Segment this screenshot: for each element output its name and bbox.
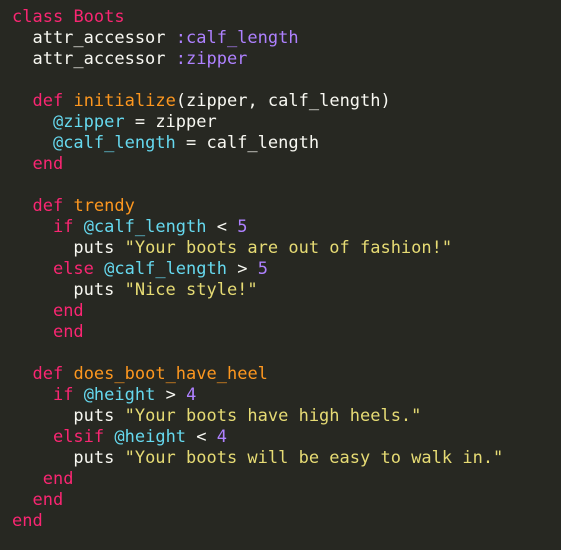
string-literal-token: "Your boots have high heels." bbox=[124, 406, 422, 426]
keyword-token: if bbox=[52, 385, 74, 405]
instance-variable-token: @calf_length bbox=[83, 217, 207, 237]
code-text-token: puts bbox=[12, 280, 125, 300]
code-line: else @calf_length > 5 bbox=[12, 259, 268, 280]
keyword-token: Boots bbox=[73, 7, 125, 27]
string-literal-token: "Nice style!" bbox=[124, 280, 258, 300]
keyword-token: def bbox=[32, 196, 64, 216]
keyword-token: if bbox=[52, 217, 74, 237]
code-line: attr_accessor :zipper bbox=[12, 49, 247, 70]
code-line: def does_boot_have_heel bbox=[12, 364, 268, 385]
method-name-token: initialize bbox=[73, 91, 176, 111]
keyword-token: else bbox=[52, 259, 94, 279]
code-editor[interactable]: class Boots attr_accessor :calf_length a… bbox=[0, 0, 561, 550]
code-text-token: > bbox=[155, 385, 187, 405]
keyword-token: elsif bbox=[52, 427, 105, 447]
code-line: puts "Nice style!" bbox=[12, 280, 258, 301]
symbol-token: :calf_length bbox=[175, 28, 299, 48]
number-literal-token: 4 bbox=[216, 427, 228, 447]
number-literal-token: 5 bbox=[237, 217, 248, 237]
code-text-token: attr_accessor bbox=[12, 49, 176, 69]
code-line: end bbox=[12, 154, 63, 175]
instance-variable-token: @zipper bbox=[52, 112, 125, 132]
code-text-token: (zipper, calf_length) bbox=[175, 91, 391, 111]
keyword-token: end bbox=[32, 490, 64, 510]
code-text-token: = zipper bbox=[124, 112, 217, 132]
code-line: @calf_length = calf_length bbox=[12, 133, 319, 154]
number-literal-token: 4 bbox=[186, 385, 197, 405]
code-text-token: < bbox=[186, 427, 217, 447]
instance-variable-token: @calf_length bbox=[52, 133, 176, 153]
keyword-token: end bbox=[42, 469, 74, 489]
code-line: end bbox=[12, 322, 84, 343]
code-line: if @calf_length < 5 bbox=[12, 217, 248, 238]
number-literal-token: 5 bbox=[257, 259, 268, 279]
instance-variable-token: @calf_length bbox=[104, 259, 227, 279]
instance-variable-token: @height bbox=[83, 385, 156, 405]
instance-variable-token: @height bbox=[114, 427, 187, 447]
string-literal-token: "Your boots are out of fashion!" bbox=[124, 238, 453, 258]
code-line: attr_accessor :calf_length bbox=[12, 28, 299, 49]
code-line: end bbox=[12, 490, 63, 511]
keyword-token: def bbox=[32, 91, 64, 111]
code-text-token: > bbox=[226, 259, 258, 279]
code-line: end bbox=[12, 469, 74, 490]
code-text-token: attr_accessor bbox=[12, 28, 176, 48]
code-line: elsif @height < 4 bbox=[12, 427, 227, 448]
code-text-token: puts bbox=[12, 406, 125, 426]
code-text-token: = calf_length bbox=[175, 133, 320, 153]
code-line: puts "Your boots have high heels." bbox=[12, 406, 421, 427]
string-literal-token: "Your boots will be easy to walk in." bbox=[124, 448, 504, 468]
method-name-token: does_boot_have_heel bbox=[73, 364, 268, 384]
keyword-token: class bbox=[12, 7, 64, 27]
code-line: puts "Your boots will be easy to walk in… bbox=[12, 448, 503, 469]
code-line: @zipper = zipper bbox=[12, 112, 217, 133]
symbol-token: :zipper bbox=[175, 49, 248, 69]
code-text-token: puts bbox=[12, 448, 125, 468]
method-name-token: trendy bbox=[73, 196, 135, 216]
code-line: def trendy bbox=[12, 196, 135, 217]
code-line: end bbox=[12, 301, 84, 322]
keyword-token: end bbox=[52, 301, 84, 321]
code-line: class Boots bbox=[12, 7, 125, 28]
code-line: end bbox=[12, 511, 43, 532]
keyword-token: end bbox=[32, 154, 64, 174]
code-text-token: puts bbox=[12, 238, 125, 258]
keyword-token: end bbox=[52, 322, 84, 342]
keyword-token: def bbox=[32, 364, 64, 384]
code-line: puts "Your boots are out of fashion!" bbox=[12, 238, 452, 259]
code-line: if @height > 4 bbox=[12, 385, 196, 406]
code-line: def initialize(zipper, calf_length) bbox=[12, 91, 391, 112]
code-text-token: < bbox=[206, 217, 238, 237]
keyword-token: end bbox=[12, 511, 43, 531]
